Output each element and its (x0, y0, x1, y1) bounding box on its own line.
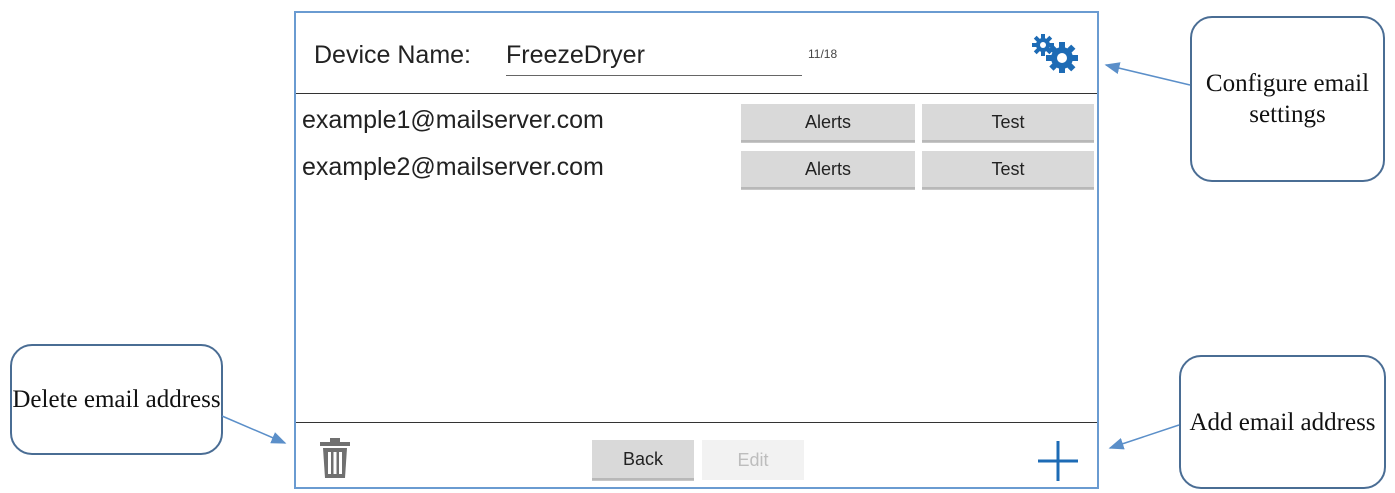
arrow-configure (1104, 62, 1191, 86)
arrow-delete (221, 415, 287, 444)
arrow-add (1108, 424, 1180, 450)
callout-arrows (221, 62, 1191, 450)
